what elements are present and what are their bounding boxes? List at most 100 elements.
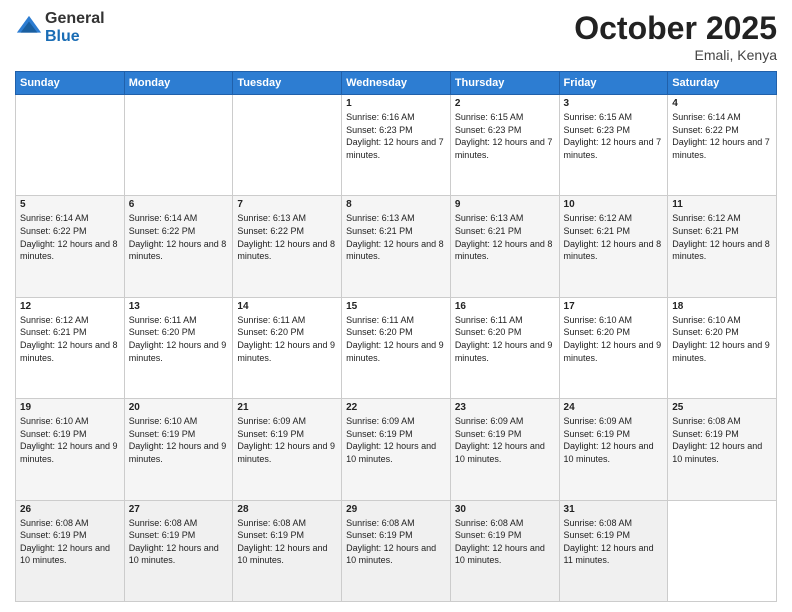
- weekday-header: Thursday: [450, 72, 559, 95]
- day-number: 20: [129, 402, 229, 413]
- logo-text: General Blue: [45, 10, 105, 45]
- calendar-cell: 7 Sunrise: 6:13 AM Sunset: 6:22 PM Daylig…: [233, 196, 342, 297]
- calendar-cell: [233, 95, 342, 196]
- day-info: Sunrise: 6:15 AM Sunset: 6:23 PM Dayligh…: [455, 111, 555, 161]
- calendar-cell: 8 Sunrise: 6:13 AM Sunset: 6:21 PM Daylig…: [342, 196, 451, 297]
- day-number: 24: [564, 402, 664, 413]
- day-number: 14: [237, 301, 337, 312]
- day-info: Sunrise: 6:12 AM Sunset: 6:21 PM Dayligh…: [20, 314, 120, 364]
- calendar-cell: 9Sunrise: 6:13 AM Sunset: 6:21 PM Daylig…: [450, 196, 559, 297]
- day-number: 15: [346, 301, 446, 312]
- logo-blue: Blue: [45, 28, 105, 46]
- day-number: 12: [20, 301, 120, 312]
- day-number: 11: [672, 199, 772, 210]
- day-number: 16: [455, 301, 555, 312]
- day-info: Sunrise: 6:12 AM Sunset: 6:21 PM Dayligh…: [672, 212, 772, 262]
- day-info: Sunrise: 6:14 AM Sunset: 6:22 PM Dayligh…: [20, 212, 120, 262]
- location: Emali, Kenya: [574, 47, 777, 63]
- day-number: 2: [455, 98, 555, 109]
- day-info: Sunrise: 6:12 AM Sunset: 6:21 PM Dayligh…: [564, 212, 664, 262]
- weekday-header: Friday: [559, 72, 668, 95]
- calendar-cell: 19 Sunrise: 6:10 AM Sunset: 6:19 PM Dayli…: [16, 399, 125, 500]
- calendar-cell: 22 Sunrise: 6:09 AM Sunset: 6:19 PM Dayli…: [342, 399, 451, 500]
- day-info: Sunrise: 6:13 AM Sunset: 6:22 PM Dayligh…: [237, 212, 337, 262]
- day-number: 7: [237, 199, 337, 210]
- calendar-cell: 18Sunrise: 6:10 AM Sunset: 6:20 PM Dayli…: [668, 297, 777, 398]
- weekday-header: Wednesday: [342, 72, 451, 95]
- calendar-cell: 24 Sunrise: 6:09 AM Sunset: 6:19 PM Dayli…: [559, 399, 668, 500]
- calendar-cell: 26 Sunrise: 6:08 AM Sunset: 6:19 PM Dayli…: [16, 500, 125, 601]
- day-info: Sunrise: 6:13 AM Sunset: 6:21 PM Dayligh…: [346, 212, 446, 262]
- day-number: 19: [20, 402, 120, 413]
- day-number: 9: [455, 199, 555, 210]
- calendar-cell: [668, 500, 777, 601]
- logo-general: General: [45, 10, 105, 28]
- day-info: Sunrise: 6:15 AM Sunset: 6:23 PM Dayligh…: [564, 111, 664, 161]
- weekday-header: Tuesday: [233, 72, 342, 95]
- calendar-cell: [124, 95, 233, 196]
- month-title: October 2025: [574, 10, 777, 47]
- day-number: 22: [346, 402, 446, 413]
- calendar-cell: [16, 95, 125, 196]
- day-number: 5: [20, 199, 120, 210]
- day-number: 10: [564, 199, 664, 210]
- title-block: October 2025 Emali, Kenya: [574, 10, 777, 63]
- day-info: Sunrise: 6:08 AM Sunset: 6:19 PM Dayligh…: [20, 517, 120, 567]
- header-row: SundayMondayTuesdayWednesdayThursdayFrid…: [16, 72, 777, 95]
- day-number: 25: [672, 402, 772, 413]
- day-info: Sunrise: 6:10 AM Sunset: 6:19 PM Dayligh…: [20, 415, 120, 465]
- calendar-table: SundayMondayTuesdayWednesdayThursdayFrid…: [15, 71, 777, 602]
- day-number: 30: [455, 504, 555, 515]
- weekday-header: Monday: [124, 72, 233, 95]
- day-info: Sunrise: 6:08 AM Sunset: 6:19 PM Dayligh…: [672, 415, 772, 465]
- day-number: 31: [564, 504, 664, 515]
- day-info: Sunrise: 6:08 AM Sunset: 6:19 PM Dayligh…: [237, 517, 337, 567]
- day-number: 29: [346, 504, 446, 515]
- page: General Blue October 2025 Emali, Kenya S…: [0, 0, 792, 612]
- calendar-cell: 13 Sunrise: 6:11 AM Sunset: 6:20 PM Dayli…: [124, 297, 233, 398]
- logo-icon: [15, 14, 43, 42]
- calendar-cell: 5 Sunrise: 6:14 AM Sunset: 6:22 PM Daylig…: [16, 196, 125, 297]
- day-info: Sunrise: 6:14 AM Sunset: 6:22 PM Dayligh…: [672, 111, 772, 161]
- day-info: Sunrise: 6:10 AM Sunset: 6:20 PM Dayligh…: [672, 314, 772, 364]
- day-number: 26: [20, 504, 120, 515]
- day-info: Sunrise: 6:11 AM Sunset: 6:20 PM Dayligh…: [129, 314, 229, 364]
- calendar-week: 19 Sunrise: 6:10 AM Sunset: 6:19 PM Dayli…: [16, 399, 777, 500]
- calendar-cell: 3 Sunrise: 6:15 AM Sunset: 6:23 PM Daylig…: [559, 95, 668, 196]
- calendar-cell: 30 Sunrise: 6:08 AM Sunset: 6:19 PM Dayli…: [450, 500, 559, 601]
- calendar-cell: 6 Sunrise: 6:14 AM Sunset: 6:22 PM Daylig…: [124, 196, 233, 297]
- logo: General Blue: [15, 10, 105, 45]
- day-number: 6: [129, 199, 229, 210]
- day-number: 4: [672, 98, 772, 109]
- calendar-week: 5 Sunrise: 6:14 AM Sunset: 6:22 PM Daylig…: [16, 196, 777, 297]
- day-number: 13: [129, 301, 229, 312]
- weekday-header: Sunday: [16, 72, 125, 95]
- calendar-cell: 15Sunrise: 6:11 AM Sunset: 6:20 PM Dayli…: [342, 297, 451, 398]
- day-number: 27: [129, 504, 229, 515]
- day-info: Sunrise: 6:09 AM Sunset: 6:19 PM Dayligh…: [564, 415, 664, 465]
- day-info: Sunrise: 6:14 AM Sunset: 6:22 PM Dayligh…: [129, 212, 229, 262]
- calendar-cell: 17Sunrise: 6:10 AM Sunset: 6:20 PM Dayli…: [559, 297, 668, 398]
- calendar-week: 1Sunrise: 6:16 AM Sunset: 6:23 PM Daylig…: [16, 95, 777, 196]
- day-number: 21: [237, 402, 337, 413]
- calendar-cell: 27Sunrise: 6:08 AM Sunset: 6:19 PM Dayli…: [124, 500, 233, 601]
- day-number: 8: [346, 199, 446, 210]
- calendar-cell: 1Sunrise: 6:16 AM Sunset: 6:23 PM Daylig…: [342, 95, 451, 196]
- calendar-cell: 31 Sunrise: 6:08 AM Sunset: 6:19 PM Dayli…: [559, 500, 668, 601]
- day-info: Sunrise: 6:08 AM Sunset: 6:19 PM Dayligh…: [564, 517, 664, 567]
- day-info: Sunrise: 6:09 AM Sunset: 6:19 PM Dayligh…: [237, 415, 337, 465]
- calendar-cell: 29 Sunrise: 6:08 AM Sunset: 6:19 PM Dayli…: [342, 500, 451, 601]
- calendar-week: 12 Sunrise: 6:12 AM Sunset: 6:21 PM Dayli…: [16, 297, 777, 398]
- calendar-cell: 14Sunrise: 6:11 AM Sunset: 6:20 PM Dayli…: [233, 297, 342, 398]
- day-number: 3: [564, 98, 664, 109]
- calendar-cell: 4 Sunrise: 6:14 AM Sunset: 6:22 PM Daylig…: [668, 95, 777, 196]
- day-info: Sunrise: 6:08 AM Sunset: 6:19 PM Dayligh…: [346, 517, 446, 567]
- day-number: 17: [564, 301, 664, 312]
- calendar-cell: 23Sunrise: 6:09 AM Sunset: 6:19 PM Dayli…: [450, 399, 559, 500]
- calendar-cell: 11 Sunrise: 6:12 AM Sunset: 6:21 PM Dayli…: [668, 196, 777, 297]
- calendar-cell: 2 Sunrise: 6:15 AM Sunset: 6:23 PM Daylig…: [450, 95, 559, 196]
- day-info: Sunrise: 6:09 AM Sunset: 6:19 PM Dayligh…: [346, 415, 446, 465]
- day-number: 23: [455, 402, 555, 413]
- day-info: Sunrise: 6:16 AM Sunset: 6:23 PM Dayligh…: [346, 111, 446, 161]
- day-info: Sunrise: 6:08 AM Sunset: 6:19 PM Dayligh…: [455, 517, 555, 567]
